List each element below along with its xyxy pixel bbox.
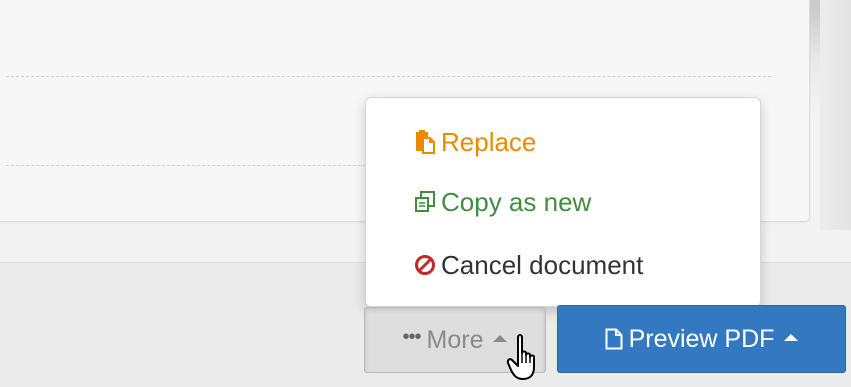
- preview-pdf-button[interactable]: Preview PDF: [557, 305, 846, 373]
- menu-item-copy-as-new[interactable]: Copy as new: [414, 182, 591, 222]
- menu-item-label: Replace: [441, 126, 537, 157]
- menu-item-cancel-document[interactable]: Cancel document: [414, 245, 643, 285]
- divider: [6, 165, 371, 166]
- menu-item-label: Copy as new: [441, 186, 592, 217]
- ban-icon: [414, 252, 436, 278]
- menu-item-label: Cancel document: [441, 249, 644, 280]
- panel-edge: [820, 0, 851, 262]
- hand-cursor-icon: [506, 333, 544, 383]
- menu-item-replace[interactable]: Replace: [414, 122, 536, 162]
- file-icon: [605, 328, 623, 350]
- paste-icon: [414, 129, 436, 155]
- ellipsis-icon: •••: [402, 325, 422, 348]
- divider: [6, 76, 771, 77]
- more-dropdown-menu: Replace Copy as new Cancel document: [365, 97, 761, 307]
- more-button-label: More: [426, 325, 484, 354]
- caret-up-icon: [784, 333, 799, 341]
- copy-icon: [414, 189, 436, 215]
- preview-pdf-label: Preview PDF: [628, 324, 775, 353]
